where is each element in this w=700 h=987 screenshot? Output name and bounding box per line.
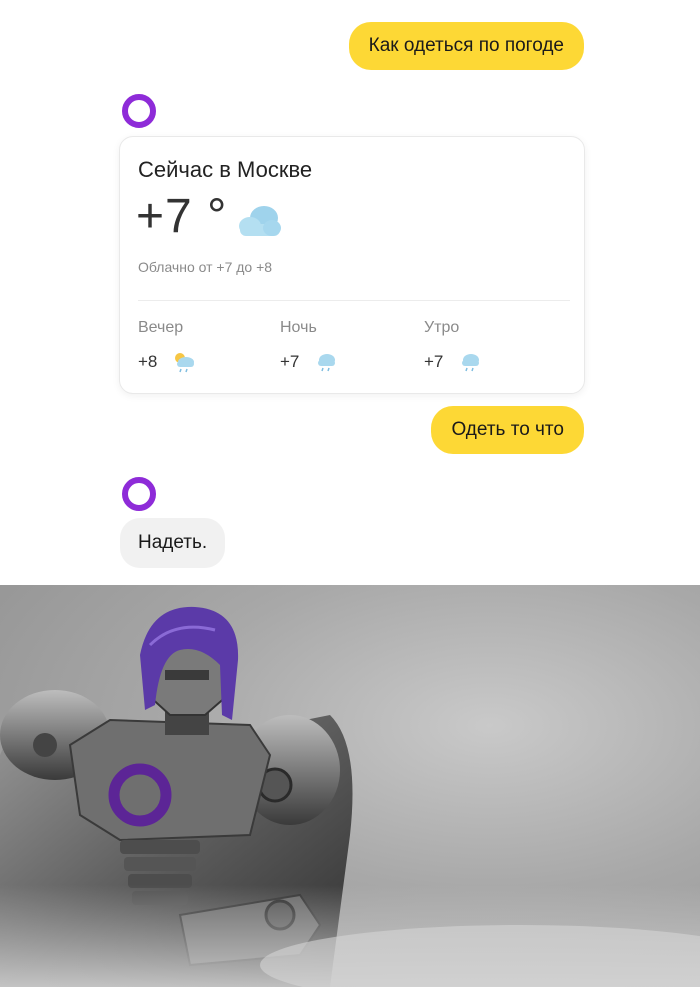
- partly-cloudy-rain-icon: [175, 353, 195, 373]
- forecast-label: Ночь: [280, 319, 317, 336]
- cloud-rain-icon: [318, 354, 336, 372]
- cloud-rain-icon: [462, 354, 480, 372]
- forecast-morning: Утро +7: [424, 319, 544, 373]
- forecast-evening: Вечер +8: [138, 319, 258, 373]
- user-message-bubble: Как одеться по погоде: [348, 22, 584, 70]
- forecast-night: Ночь +7: [280, 319, 400, 373]
- current-temperature: +7 °: [136, 190, 228, 243]
- weather-card[interactable]: Сейчас в Москве +7 ° Облачно от +7 до +8…: [119, 136, 585, 394]
- user-message-bubble: Одеть то что: [431, 406, 584, 454]
- forecast-label: Утро: [424, 319, 460, 336]
- robot-illustration: [0, 585, 700, 987]
- forecast-temp: +8: [138, 352, 158, 371]
- card-divider: [138, 300, 570, 301]
- alice-logo-icon: [122, 94, 156, 128]
- forecast-temp: +7: [280, 352, 300, 371]
- chat-screen: Как одеться по погоде Сейчас в Москве +7…: [0, 0, 700, 585]
- alice-logo-icon: [122, 477, 156, 511]
- weather-description: Облачно от +7 до +8: [138, 259, 273, 275]
- cloud-icon: [239, 206, 281, 236]
- forecast-temp: +7: [424, 352, 444, 371]
- forecast-label: Вечер: [138, 319, 184, 336]
- weather-location-title: Сейчас в Москве: [138, 157, 313, 182]
- robot-drawing: [0, 606, 700, 987]
- assistant-message-bubble: Надеть.: [120, 518, 226, 568]
